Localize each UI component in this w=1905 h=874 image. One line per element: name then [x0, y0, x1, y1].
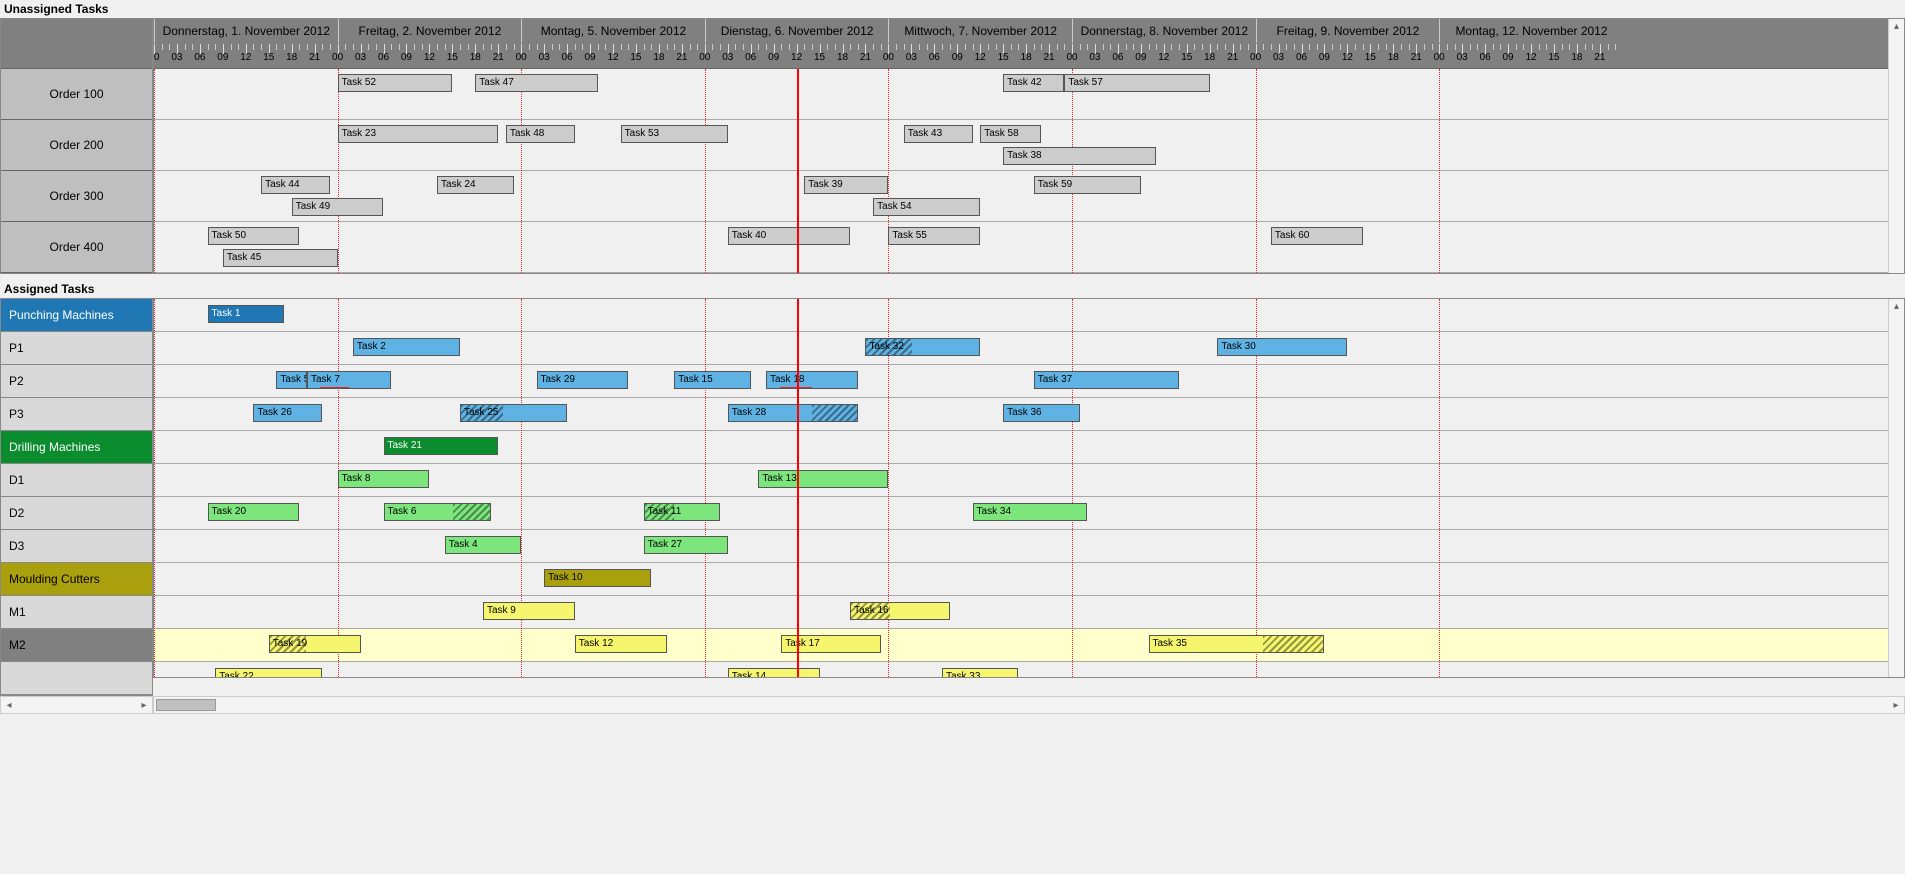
task-bar[interactable]: Task 12 — [575, 635, 667, 653]
task-bar[interactable]: Task 48 — [506, 125, 575, 143]
assigned-title: Assigned Tasks — [0, 280, 1905, 298]
gantt-row — [154, 365, 1904, 398]
task-bar[interactable]: Task 7 — [307, 371, 391, 389]
task-bar[interactable]: Task 27 — [644, 536, 728, 554]
resource-group[interactable]: Moulding Cutters — [1, 563, 152, 596]
task-bar[interactable]: Task 44 — [261, 176, 330, 194]
gantt-row — [154, 530, 1904, 563]
task-bar[interactable]: Task 13 — [758, 470, 888, 488]
resource-row[interactable]: D1 — [1, 464, 152, 497]
resource-row[interactable]: P2 — [1, 365, 152, 398]
task-bar[interactable]: Task 15 — [674, 371, 751, 389]
resource-row[interactable]: M1 — [1, 596, 152, 629]
assigned-panel: Punching MachinesP1P2P3Drilling Machines… — [0, 298, 1905, 696]
gantt-row — [154, 563, 1904, 596]
task-bar[interactable]: Task 53 — [621, 125, 728, 143]
task-bar[interactable]: Task 14 — [728, 668, 820, 678]
vscroll-top[interactable]: ▴ — [1888, 19, 1904, 273]
task-bar[interactable]: Task 10 — [544, 569, 651, 587]
task-bar[interactable]: Task 42 — [1003, 74, 1064, 92]
task-bar[interactable]: Task 9 — [483, 602, 575, 620]
task-bar[interactable]: Task 49 — [292, 198, 384, 216]
resource-row[interactable]: D3 — [1, 530, 152, 563]
day-header: Dienstag, 6. November 2012 — [705, 19, 889, 43]
task-bar[interactable]: Task 45 — [223, 249, 338, 267]
hscroll-right[interactable]: ◂▸ — [153, 696, 1905, 714]
day-header: Mittwoch, 7. November 2012 — [888, 19, 1072, 43]
task-bar[interactable]: Task 11 — [644, 503, 721, 521]
order-row[interactable]: Order 400 — [1, 222, 152, 273]
day-header: Donnerstag, 8. November 2012 — [1072, 19, 1256, 43]
task-bar[interactable]: Task 4 — [445, 536, 522, 554]
task-bar[interactable]: Task 43 — [904, 125, 973, 143]
gantt-row — [154, 629, 1904, 662]
unassigned-title: Unassigned Tasks — [0, 0, 1905, 18]
task-bar[interactable]: Task 23 — [338, 125, 499, 143]
task-bar[interactable]: Task 32 — [865, 338, 980, 356]
task-bar[interactable]: Task 26 — [253, 404, 322, 422]
task-bar[interactable]: Task 52 — [338, 74, 453, 92]
gantt-row — [154, 299, 1904, 332]
task-bar[interactable]: Task 39 — [804, 176, 888, 194]
gantt-row — [154, 171, 1904, 222]
hscroll-left[interactable]: ◂▸ — [0, 696, 153, 714]
order-row[interactable]: Order 200 — [1, 120, 152, 171]
resource-group[interactable]: Punching Machines — [1, 299, 152, 332]
task-bar[interactable]: Task 59 — [1034, 176, 1141, 194]
task-bar[interactable]: Task 20 — [208, 503, 300, 521]
task-bar[interactable]: Task 25 — [460, 404, 567, 422]
task-bar[interactable]: Task 34 — [973, 503, 1088, 521]
now-line — [797, 69, 799, 274]
resource-row[interactable] — [1, 662, 152, 695]
task-bar[interactable]: Task 33 — [942, 668, 1019, 678]
resource-row[interactable]: M2 — [1, 629, 152, 662]
task-bar[interactable]: Task 57 — [1064, 74, 1209, 92]
task-bar[interactable]: Task 29 — [537, 371, 629, 389]
task-bar[interactable]: Task 35 — [1149, 635, 1325, 653]
timeline-header: Donnerstag, 1. November 2012Freitag, 2. … — [154, 19, 1904, 69]
task-bar[interactable]: Task 21 — [384, 437, 499, 455]
unassigned-panel: Order 100Order 200Order 300Order 400 Don… — [0, 18, 1905, 274]
order-row[interactable]: Order 300 — [1, 171, 152, 222]
task-bar[interactable]: Task 47 — [475, 74, 597, 92]
task-bar[interactable]: Task 5 — [276, 371, 307, 389]
task-bar[interactable]: Task 19 — [269, 635, 361, 653]
task-bar[interactable]: Task 8 — [338, 470, 430, 488]
task-bar[interactable]: Task 18 — [766, 371, 858, 389]
task-bar[interactable]: Task 16 — [850, 602, 949, 620]
day-header: Montag, 12. November 2012 — [1439, 19, 1623, 43]
task-bar[interactable]: Task 50 — [208, 227, 300, 245]
task-bar[interactable]: Task 60 — [1271, 227, 1363, 245]
day-header: Donnerstag, 1. November 2012 — [154, 19, 338, 43]
gantt-row — [154, 662, 1904, 678]
day-header: Freitag, 9. November 2012 — [1256, 19, 1440, 43]
task-bar[interactable]: Task 37 — [1034, 371, 1179, 389]
gantt-row — [154, 596, 1904, 629]
task-bar[interactable]: Task 58 — [980, 125, 1041, 143]
resource-group[interactable]: Drilling Machines — [1, 431, 152, 464]
order-row[interactable]: Order 100 — [1, 69, 152, 120]
task-bar[interactable]: Task 55 — [888, 227, 980, 245]
resource-row[interactable]: P1 — [1, 332, 152, 365]
task-bar[interactable]: Task 2 — [353, 338, 460, 356]
day-header: Freitag, 2. November 2012 — [338, 19, 522, 43]
task-bar[interactable]: Task 38 — [1003, 147, 1156, 165]
task-bar[interactable]: Task 1 — [208, 305, 285, 323]
task-bar[interactable]: Task 54 — [873, 198, 980, 216]
task-bar[interactable]: Task 36 — [1003, 404, 1080, 422]
unassigned-left-header — [1, 19, 152, 69]
task-bar[interactable]: Task 30 — [1217, 338, 1347, 356]
vscroll-bottom[interactable]: ▴ — [1888, 299, 1904, 677]
task-bar[interactable]: Task 6 — [384, 503, 491, 521]
task-bar[interactable]: Task 28 — [728, 404, 858, 422]
resource-row[interactable]: P3 — [1, 398, 152, 431]
task-bar[interactable]: Task 24 — [437, 176, 514, 194]
resource-row[interactable]: D2 — [1, 497, 152, 530]
task-bar[interactable]: Task 40 — [728, 227, 850, 245]
gantt-row — [154, 222, 1904, 273]
task-bar[interactable]: Task 22 — [215, 668, 322, 678]
day-header: Montag, 5. November 2012 — [521, 19, 705, 43]
now-line — [797, 299, 799, 678]
